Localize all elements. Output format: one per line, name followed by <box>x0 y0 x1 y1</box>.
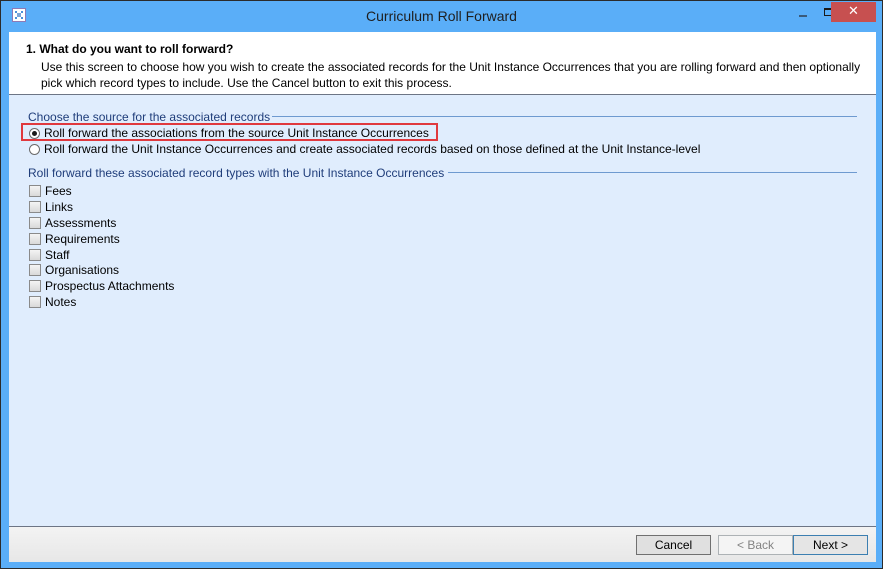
dialog-body: 1. What do you want to roll forward? Use… <box>9 32 876 562</box>
checkbox[interactable] <box>29 233 41 245</box>
radio-label: Roll forward the associations from the s… <box>44 126 429 140</box>
checkbox[interactable] <box>29 280 41 292</box>
checkbox-organisations[interactable]: Organisations <box>29 262 119 278</box>
title-bar[interactable]: Curriculum Roll Forward ✕ <box>1 1 882 32</box>
radio-button-selected[interactable] <box>29 128 40 139</box>
checkbox-label: Prospectus Attachments <box>45 279 175 293</box>
checkbox-prospectus-attachments[interactable]: Prospectus Attachments <box>29 278 174 294</box>
checkbox[interactable] <box>29 264 41 276</box>
minimize-button[interactable] <box>791 2 817 22</box>
checkbox-staff[interactable]: Staff <box>29 247 69 263</box>
checkbox-notes[interactable]: Notes <box>29 294 76 310</box>
checkbox-label: Organisations <box>45 263 120 277</box>
checkbox-label: Notes <box>45 295 77 309</box>
step-title: 1. What do you want to roll forward? <box>26 42 234 56</box>
checkbox-requirements[interactable]: Requirements <box>29 231 120 247</box>
next-button[interactable]: Next > <box>793 535 868 555</box>
window-title: Curriculum Roll Forward <box>366 8 517 24</box>
cancel-button[interactable]: Cancel <box>636 535 711 555</box>
radio-button[interactable] <box>29 144 40 155</box>
checkbox-fees[interactable]: Fees <box>29 183 72 199</box>
step-header: 1. What do you want to roll forward? Use… <box>9 32 876 95</box>
record-types-group-divider <box>448 172 857 173</box>
roll-forward-dialog: Curriculum Roll Forward ✕ 1. What do you… <box>0 0 883 569</box>
close-icon: ✕ <box>848 4 859 19</box>
checkbox-label: Assessments <box>45 216 117 230</box>
checkbox-label: Fees <box>45 184 72 198</box>
checkbox[interactable] <box>29 185 41 197</box>
checkbox-label: Links <box>45 200 74 214</box>
checkbox-assessments[interactable]: Assessments <box>29 215 116 231</box>
button-bar: Cancel < Back Next > <box>9 526 876 562</box>
step-description: Use this screen to choose how you wish t… <box>41 60 861 90</box>
checkbox[interactable] <box>29 249 41 261</box>
checkbox[interactable] <box>29 296 41 308</box>
checkbox[interactable] <box>29 217 41 229</box>
source-group-label: Choose the source for the associated rec… <box>28 110 271 124</box>
radio-create-from-unit-instance[interactable]: Roll forward the Unit Instance Occurrenc… <box>29 141 700 157</box>
checkbox-label: Requirements <box>45 232 120 246</box>
checkbox-label: Staff <box>45 248 70 262</box>
checkbox[interactable] <box>29 201 41 213</box>
source-group-divider <box>272 116 857 117</box>
back-button[interactable]: < Back <box>718 535 793 555</box>
radio-roll-forward-associations[interactable]: Roll forward the associations from the s… <box>29 125 429 141</box>
record-types-group-label: Roll forward these associated record typ… <box>28 166 445 180</box>
checkbox-links[interactable]: Links <box>29 199 73 215</box>
radio-label: Roll forward the Unit Instance Occurrenc… <box>44 142 701 156</box>
close-button[interactable]: ✕ <box>831 2 876 22</box>
